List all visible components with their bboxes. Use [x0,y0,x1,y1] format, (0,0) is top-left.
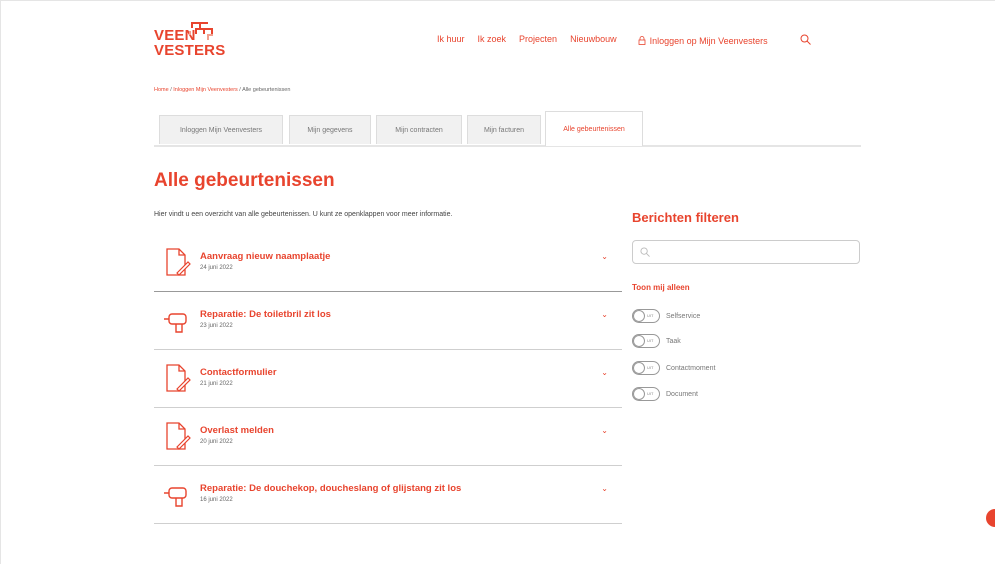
nav-projecten[interactable]: Projecten [519,34,557,47]
main-nav: Ik huur Ik zoek Projecten Nieuwbouw Inlo… [437,34,824,47]
event-title: Overlast melden [200,425,274,436]
page-intro: Hier vindt u een overzicht van alle gebe… [154,211,453,218]
toggle-state-label: UIT [647,391,654,396]
filter-toggle-taak[interactable]: UIT Taak [632,334,681,348]
tab-mijn-facturen[interactable]: Mijn facturen [467,115,541,144]
event-date: 16 juni 2022 [200,497,233,503]
nav-login-link[interactable]: Inloggen op Mijn Veenvesters [638,34,781,47]
nav-search-button[interactable] [800,34,811,47]
chevron-down-icon[interactable]: ⌄ [601,252,608,261]
toggle-knob [633,335,645,347]
veenvesters-logo[interactable]: VEEN VESTERS [154,22,226,60]
toggle-knob [633,388,645,400]
logo-line-2: VESTERS [154,42,226,59]
toggle-knob [633,310,645,322]
event-item[interactable]: Contactformulier 21 juni 2022 ⌄ [154,350,622,408]
toggle-knob [633,362,645,374]
nav-nieuwbouw[interactable]: Nieuwbouw [570,34,617,47]
event-title: Contactformulier [200,367,277,378]
event-title: Reparatie: De toiletbril zit los [200,309,331,320]
search-icon [640,247,650,257]
drill-icon [164,313,187,333]
tab-alle-gebeurtenissen[interactable]: Alle gebeurtenissen [545,111,643,146]
page-title: Alle gebeurtenissen [154,170,335,191]
filter-option-label: Document [666,390,698,398]
toggle-state-label: UIT [647,313,654,318]
account-tabs: Inloggen Mijn Veenvesters Mijn gegevens … [154,111,861,147]
filter-toggle-contactmoment[interactable]: UIT Contactmoment [632,361,715,375]
nav-ik-huur[interactable]: Ik huur [437,34,465,47]
breadcrumb: Home / Inloggen Mijn Veenvesters / Alle … [154,87,290,93]
event-title: Reparatie: De douchekop, doucheslang of … [200,483,462,494]
breadcrumb-home[interactable]: Home [154,87,169,93]
filter-search-input[interactable] [632,240,860,264]
tab-mijn-gegevens[interactable]: Mijn gegevens [289,115,371,144]
toggle-switch[interactable]: UIT [632,361,660,375]
tab-mijn-contracten[interactable]: Mijn contracten [376,115,462,144]
event-item[interactable]: Reparatie: De toiletbril zit los 23 juni… [154,292,622,350]
event-date: 21 juni 2022 [200,381,233,387]
breadcrumb-parent[interactable]: Inloggen Mijn Veenvesters [173,87,238,93]
tab-inloggen[interactable]: Inloggen Mijn Veenvesters [159,115,283,144]
chevron-down-icon[interactable]: ⌄ [601,310,608,319]
toggle-switch[interactable]: UIT [632,309,660,323]
toggle-state-label: UIT [647,338,654,343]
filter-subtitle: Toon mij alleen [632,283,690,292]
event-date: 24 juni 2022 [200,265,233,271]
nav-ik-zoek[interactable]: Ik zoek [478,34,507,47]
filter-toggle-selfservice[interactable]: UIT Selfservice [632,309,700,323]
document-icon [166,422,191,450]
nav-login-label: Inloggen op Mijn Veenvesters [649,35,768,46]
event-title: Aanvraag nieuw naamplaatje [200,251,331,262]
event-item[interactable]: Aanvraag nieuw naamplaatje 24 juni 2022 … [154,234,622,292]
document-icon [166,248,191,276]
drill-icon [164,487,187,507]
chevron-down-icon[interactable]: ⌄ [601,426,608,435]
logo-blocks-icon [189,22,213,40]
toggle-switch[interactable]: UIT [632,334,660,348]
event-item[interactable]: Reparatie: De douchekop, doucheslang of … [154,466,622,524]
filter-option-label: Taak [666,337,681,345]
lock-icon [638,36,645,45]
breadcrumb-current: Alle gebeurtenissen [242,87,291,93]
toggle-state-label: UIT [647,365,654,370]
document-icon [166,364,191,392]
event-item[interactable]: Overlast melden 20 juni 2022 ⌄ [154,408,622,466]
event-date: 20 juni 2022 [200,439,233,445]
filter-option-label: Selfservice [666,312,701,320]
chevron-down-icon[interactable]: ⌄ [601,368,608,377]
filter-option-label: Contactmoment [666,364,716,372]
search-icon [800,34,811,45]
chevron-down-icon[interactable]: ⌄ [601,484,608,493]
events-list: Aanvraag nieuw naamplaatje 24 juni 2022 … [154,234,622,524]
event-date: 23 juni 2022 [200,323,233,329]
toggle-switch[interactable]: UIT [632,387,660,401]
filter-toggle-document[interactable]: UIT Document [632,387,698,401]
filter-title: Berichten filteren [632,210,739,225]
